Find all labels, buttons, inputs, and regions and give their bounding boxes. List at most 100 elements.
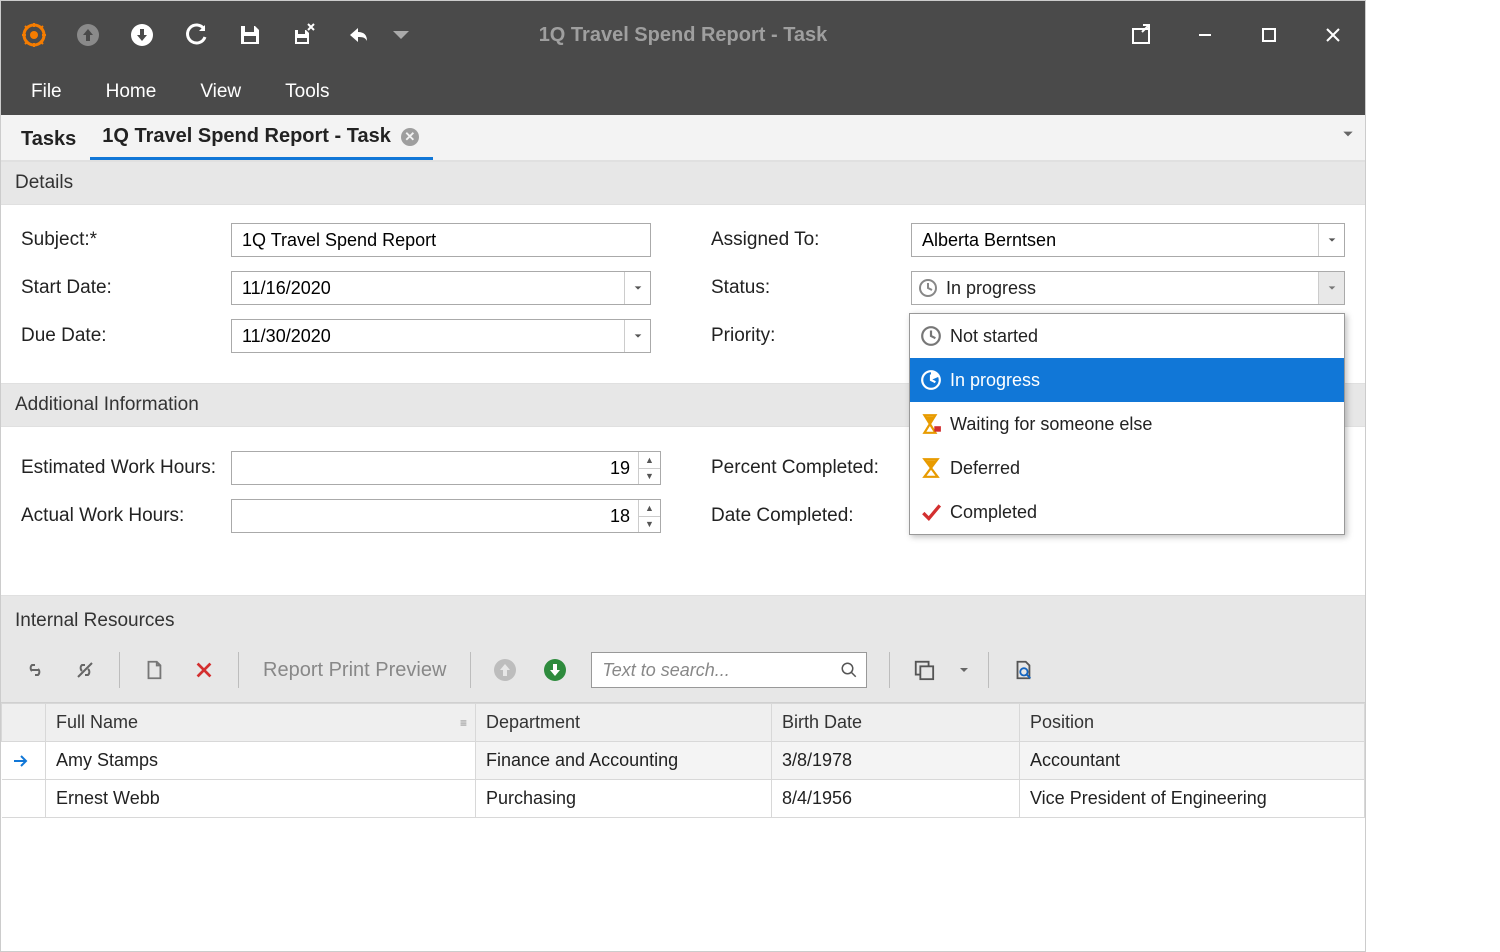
report-print-preview-button[interactable]: Report Print Preview	[249, 659, 460, 682]
new-window-button[interactable]	[1109, 1, 1173, 69]
search-icon[interactable]	[840, 661, 858, 679]
chevron-down-icon[interactable]	[1318, 224, 1344, 256]
tab-overflow-button[interactable]	[1341, 127, 1355, 141]
status-option-in-progress[interactable]: In progress	[910, 358, 1344, 402]
status-value: In progress	[946, 278, 1344, 299]
title-bar: 1Q Travel Spend Report - Task	[1, 1, 1365, 69]
sort-icon: ≡	[460, 716, 467, 730]
col-position[interactable]: Position	[1020, 704, 1365, 742]
spin-up[interactable]: ▲	[639, 500, 660, 517]
chevron-down-icon[interactable]	[624, 272, 650, 304]
status-option-waiting[interactable]: Waiting for someone else	[910, 402, 1344, 446]
close-icon[interactable]: ✕	[401, 128, 419, 146]
actual-hours-value[interactable]	[232, 500, 660, 532]
resources-toolbar: Report Print Preview	[1, 642, 1365, 703]
preview-button[interactable]	[999, 650, 1047, 690]
cell-full-name: Ernest Webb	[46, 780, 476, 818]
status-option-not-started[interactable]: Not started	[910, 314, 1344, 358]
assigned-to-value[interactable]	[912, 224, 1344, 256]
unlink-button[interactable]	[61, 650, 109, 690]
col-department[interactable]: Department	[476, 704, 772, 742]
layout-dropdown[interactable]	[950, 650, 978, 690]
layout-button[interactable]	[900, 650, 948, 690]
menu-view[interactable]: View	[178, 71, 263, 113]
label-start-date: Start Date:	[21, 277, 231, 299]
due-date-input[interactable]	[231, 319, 651, 353]
move-down-button[interactable]	[531, 650, 579, 690]
new-button[interactable]	[130, 650, 178, 690]
status-option-label: Waiting for someone else	[950, 414, 1152, 435]
section-resources-header: Internal Resources	[1, 595, 1365, 642]
tab-tasks[interactable]: Tasks	[9, 118, 90, 160]
clock-icon	[918, 278, 938, 298]
status-option-label: Completed	[950, 502, 1037, 523]
separator	[238, 652, 239, 688]
menu-tools[interactable]: Tools	[263, 71, 351, 113]
undo-button[interactable]	[331, 1, 385, 69]
upload-button[interactable]	[61, 1, 115, 69]
separator	[988, 652, 989, 688]
separator	[889, 652, 890, 688]
chevron-down-icon[interactable]	[624, 320, 650, 352]
menu-file[interactable]: File	[9, 71, 84, 113]
maximize-button[interactable]	[1237, 1, 1301, 69]
label-actual-hours: Actual Work Hours:	[21, 505, 231, 527]
window-controls	[1109, 1, 1365, 69]
tab-strip: Tasks 1Q Travel Spend Report - Task ✕	[1, 115, 1365, 161]
close-window-button[interactable]	[1301, 1, 1365, 69]
indicator-column-header[interactable]	[2, 704, 46, 742]
tab-current-task[interactable]: 1Q Travel Spend Report - Task ✕	[90, 115, 433, 160]
delete-button[interactable]	[180, 650, 228, 690]
spin-up[interactable]: ▲	[639, 452, 660, 469]
spinner: ▲ ▼	[638, 452, 660, 484]
label-subject: Subject:*	[21, 229, 231, 251]
table-row[interactable]: Amy Stamps Finance and Accounting 3/8/19…	[2, 742, 1365, 780]
spin-down[interactable]: ▼	[639, 469, 660, 485]
minimize-button[interactable]	[1173, 1, 1237, 69]
save-close-button[interactable]	[277, 1, 331, 69]
col-birth-date[interactable]: Birth Date	[772, 704, 1020, 742]
separator	[119, 652, 120, 688]
tab-label: 1Q Travel Spend Report - Task	[102, 125, 391, 148]
link-button[interactable]	[11, 650, 59, 690]
table-row[interactable]: Ernest Webb Purchasing 8/4/1956 Vice Pre…	[2, 780, 1365, 818]
spin-down[interactable]: ▼	[639, 517, 660, 533]
est-hours-input[interactable]: ▲ ▼	[231, 451, 661, 485]
status-option-label: Deferred	[950, 458, 1020, 479]
assigned-to-combo[interactable]	[911, 223, 1345, 257]
clock-icon	[920, 325, 942, 347]
cell-full-name: Amy Stamps	[46, 742, 476, 780]
clock-icon	[920, 369, 942, 391]
status-dropdown-popup: Not started In progress Waiting for some…	[909, 313, 1345, 535]
subject-input-wrapper	[231, 223, 651, 257]
due-date-value[interactable]	[232, 320, 650, 352]
subject-input[interactable]	[232, 224, 650, 256]
col-full-name[interactable]: Full Name≡	[46, 704, 476, 742]
table-header-row: Full Name≡ Department Birth Date Positio…	[2, 704, 1365, 742]
spinner: ▲ ▼	[638, 500, 660, 532]
status-option-deferred[interactable]: Deferred	[910, 446, 1344, 490]
move-up-button[interactable]	[481, 650, 529, 690]
hourglass-flag-icon	[920, 413, 942, 435]
refresh-button[interactable]	[169, 1, 223, 69]
menu-home[interactable]: Home	[84, 71, 179, 113]
label-assigned-to: Assigned To:	[711, 229, 911, 251]
save-button[interactable]	[223, 1, 277, 69]
start-date-input[interactable]	[231, 271, 651, 305]
label-date-completed: Date Completed:	[711, 505, 911, 527]
label-due-date: Due Date:	[21, 325, 231, 347]
start-date-value[interactable]	[232, 272, 650, 304]
chevron-down-icon[interactable]	[1318, 272, 1344, 304]
search-box[interactable]	[591, 652, 867, 688]
app-logo[interactable]	[7, 1, 61, 69]
est-hours-value[interactable]	[232, 452, 660, 484]
status-option-completed[interactable]: Completed	[910, 490, 1344, 534]
search-input[interactable]	[600, 659, 840, 682]
status-combo[interactable]: In progress	[911, 271, 1345, 305]
quick-access-dropdown[interactable]	[385, 1, 417, 69]
tab-label: Tasks	[21, 128, 76, 151]
cell-birth-date: 8/4/1956	[772, 780, 1020, 818]
download-button[interactable]	[115, 1, 169, 69]
actual-hours-input[interactable]: ▲ ▼	[231, 499, 661, 533]
label-priority: Priority:	[711, 325, 911, 347]
